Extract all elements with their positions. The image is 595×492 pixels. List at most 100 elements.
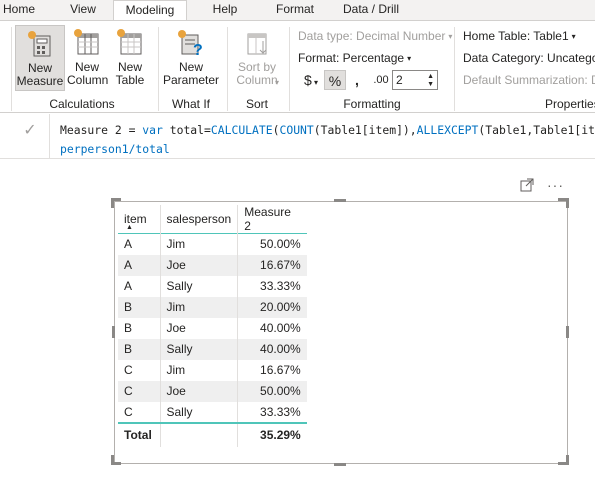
sort-by-column-button[interactable]: Sort by Column ▾ — [231, 25, 283, 91]
default-summarization-dropdown[interactable]: Default Summarization: Don't summarize — [463, 73, 595, 87]
cell-item: B — [118, 338, 161, 360]
column-header-item[interactable]: item — [118, 205, 161, 234]
table-row: A Joe 16.67% — [118, 254, 307, 276]
sort-ascending-icon: ▲ — [126, 224, 133, 231]
total-label: Total — [118, 421, 161, 447]
data-category-dropdown[interactable]: Data Category: Uncategorized — [463, 51, 595, 65]
focus-mode-icon[interactable] — [520, 178, 534, 195]
decimal-places-stepper[interactable]: 2 ▲ ▼ — [392, 70, 438, 90]
comma-style-button[interactable]: , — [350, 70, 364, 90]
data-type-dropdown[interactable]: Data type: Decimal Number ▾ — [298, 29, 452, 43]
what-if-group-label: What If — [171, 97, 210, 111]
svg-text:?: ? — [193, 42, 203, 57]
data-type-label: Data type: Decimal Number — [298, 29, 446, 43]
decimal-places-icon: .00 — [373, 74, 389, 86]
cell-item: A — [118, 233, 161, 255]
table-total-row: Total 35.29% — [118, 421, 307, 447]
resize-handle[interactable] — [334, 463, 346, 466]
new-parameter-button[interactable]: ? New Parameter — [162, 25, 220, 91]
formula-text: perperson1/total — [60, 142, 170, 156]
cell-measure-2: 50.00% — [260, 237, 301, 252]
home-table-dropdown[interactable]: Home Table: Table1 ▾ — [463, 29, 576, 43]
formula-function: ALLEXCEPT — [416, 123, 479, 137]
resize-handle[interactable] — [566, 326, 569, 338]
resize-handle[interactable] — [112, 326, 115, 338]
cell-measure-2: 40.00% — [237, 338, 307, 360]
new-table-label: New Table — [115, 60, 145, 87]
table-row: A Sally 33.33% — [118, 275, 307, 297]
tab-help[interactable]: Help — [200, 0, 250, 20]
cell-measure-2: 33.33% — [260, 404, 301, 419]
formatting-group-label: Formatting — [343, 97, 401, 111]
tab-data-drill[interactable]: Data / Drill — [333, 0, 409, 20]
cell-measure-2: 40.00% — [260, 321, 301, 335]
decimal-places-value: 2 — [396, 73, 403, 87]
chevron-down-icon: ▾ — [311, 78, 319, 87]
cell-salesperson: Joe — [160, 317, 239, 339]
new-measure-icon — [28, 31, 51, 57]
cell-measure-2: 50.00% — [237, 380, 307, 402]
cell-salesperson: Sally — [160, 401, 239, 423]
home-table-label: Home Table: Table1 — [463, 29, 569, 43]
currency-format-button[interactable]: $ ▾ — [298, 70, 324, 90]
default-summarization-label: Default Summarization: Don't summarize — [463, 73, 595, 87]
new-table-icon — [117, 29, 142, 55]
new-measure-button[interactable]: New Measure — [15, 25, 65, 91]
total-value: 35.29% — [237, 421, 307, 447]
table-row: C Joe 50.00% — [118, 380, 307, 402]
increment-icon[interactable]: ▲ — [427, 73, 434, 80]
chevron-down-icon: ▾ — [448, 32, 453, 41]
data-table: item salesperson Measure 2 A Jim 50.00% AJ… — [118, 205, 307, 447]
cell-salesperson: Joe — [160, 254, 239, 276]
new-parameter-icon: ? — [178, 30, 203, 57]
checkmark-icon[interactable]: ✓ — [19, 120, 41, 142]
resize-handle[interactable] — [566, 455, 569, 465]
cell-item: C — [118, 380, 161, 402]
cell-measure-2: 16.67% — [260, 363, 301, 377]
new-measure-label: New Measure — [16, 61, 64, 88]
percent-format-button[interactable]: % — [324, 70, 346, 90]
formula-text: (Table1,Table1[item] — [478, 123, 595, 137]
data-category-label: Data Category: Uncategorized — [463, 51, 595, 65]
ribbon-separator — [227, 27, 228, 111]
cell-item: A — [118, 254, 161, 276]
formula-text: Measure 2 = — [60, 123, 143, 137]
cell-measure-2: 20.00% — [237, 296, 307, 318]
formula-separator — [49, 114, 50, 158]
tab-format[interactable]: Format — [265, 0, 325, 20]
ribbon: New Measure New Column New Table Calcula… — [0, 20, 595, 113]
cell-salesperson: Joe — [160, 380, 239, 402]
ribbon-separator — [11, 27, 12, 111]
formula-function: COUNT — [279, 123, 314, 137]
formula-keyword: var — [142, 123, 163, 137]
table-row: C Jim 16.67% — [118, 359, 307, 381]
cell-salesperson: Jim — [160, 296, 239, 318]
column-header-salesperson[interactable]: salesperson — [160, 205, 239, 234]
table-row: A Jim 50.00% — [118, 233, 307, 255]
sort-by-column-icon — [247, 33, 267, 55]
formula-text: (Table1[item]), — [313, 123, 417, 137]
formula-editor[interactable]: Measure 2 = var total=CALCULATE(COUNT(Ta… — [60, 121, 595, 159]
cell-salesperson: Jim — [160, 233, 239, 255]
column-header-measure-2[interactable]: Measure 2 — [238, 205, 307, 234]
formula-text: total= — [162, 123, 211, 137]
cell-salesperson: Jim — [160, 359, 239, 381]
cell-item: C — [118, 401, 161, 423]
resize-handle[interactable] — [111, 198, 114, 208]
chevron-down-icon: ▾ — [275, 78, 280, 87]
resize-handle[interactable] — [334, 199, 346, 202]
new-column-label: New Column — [67, 60, 109, 87]
new-column-button[interactable]: New Column — [67, 25, 109, 91]
format-dropdown[interactable]: Format: Percentage ▾ — [298, 51, 411, 65]
resize-handle[interactable] — [111, 455, 114, 465]
tab-modeling[interactable]: Modeling — [113, 0, 187, 21]
resize-handle[interactable] — [566, 198, 569, 208]
more-options-icon[interactable]: ··· — [547, 177, 564, 193]
tab-home[interactable]: Home — [0, 0, 38, 20]
calculations-group-label: Calculations — [49, 97, 115, 111]
new-table-button[interactable]: New Table — [111, 25, 149, 91]
decrement-icon[interactable]: ▼ — [427, 81, 434, 88]
tab-view[interactable]: View — [60, 0, 106, 20]
ribbon-separator — [158, 27, 159, 111]
dollar-icon: $ — [303, 72, 312, 88]
